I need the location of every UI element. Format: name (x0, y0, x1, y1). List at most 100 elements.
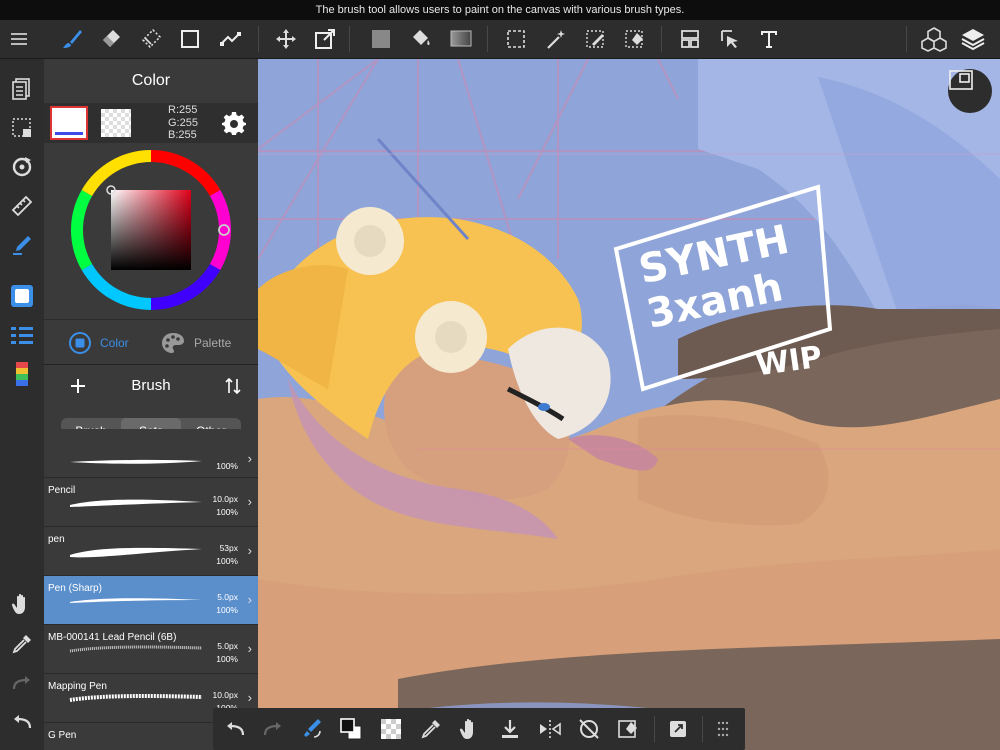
toolbar-divider (349, 26, 350, 52)
brush-opacity: 100% (216, 556, 238, 566)
toolbar-divider (661, 26, 662, 52)
flip-horizontal-icon[interactable] (535, 714, 565, 744)
color-panel-toggle-icon[interactable] (7, 281, 37, 311)
palette-icon (162, 333, 184, 353)
brush-opacity: 100% (216, 461, 238, 471)
drawing-canvas[interactable]: SYNTH 3xanh WIP (258, 59, 1000, 750)
brush-stroke-preview (70, 547, 202, 558)
undo-icon[interactable] (7, 707, 37, 737)
gradient-tool-icon[interactable] (446, 24, 476, 54)
main-color-swatch[interactable] (50, 106, 88, 140)
color-settings-gear-icon[interactable] (220, 109, 248, 137)
brush-size: 10.0px (212, 690, 238, 700)
brush-name: Pencil (48, 485, 76, 496)
color-wheel-picker[interactable] (44, 143, 258, 319)
tab-color[interactable]: Color (68, 328, 129, 358)
bottom-toolbar (213, 708, 745, 750)
hand-tool-icon[interactable] (7, 589, 37, 619)
full-screen-edit-icon[interactable] (663, 714, 693, 744)
brush-size: 5.0px (217, 641, 238, 651)
selection-layer-icon[interactable] (7, 113, 37, 143)
grip-handle-icon[interactable] (708, 714, 738, 744)
rgb-readout: R:255 G:255 B:255 (168, 104, 198, 142)
top-toolbar (0, 20, 1000, 59)
layers-icon[interactable] (958, 24, 988, 54)
eyedropper-icon[interactable] (7, 629, 37, 659)
quick-brush-icon[interactable] (297, 714, 327, 744)
toolbar-divider (487, 26, 488, 52)
brush-row[interactable]: pen 53px 100% › (44, 527, 258, 576)
brush-panel-toggle-icon[interactable] (7, 320, 37, 350)
eyedropper-icon[interactable] (416, 714, 446, 744)
tab-palette[interactable]: Palette (160, 328, 231, 358)
undo-icon[interactable] (220, 714, 250, 744)
brush-row[interactable]: 100% › (44, 429, 258, 478)
rgb-g: G:255 (168, 116, 198, 129)
brush-opacity: 100% (216, 507, 238, 517)
color-circle-icon (69, 332, 91, 354)
status-bar-tooltip: The brush tool allows users to paint on … (0, 0, 1000, 20)
eraser-tool-icon[interactable] (96, 24, 126, 54)
magic-wand-icon[interactable] (541, 24, 571, 54)
snap-rotate-icon[interactable] (7, 152, 37, 182)
color-panel: Color R:255 G:255 B:255 Color Palette (44, 59, 258, 364)
toolbar-divider (258, 26, 259, 52)
brush-stroke-preview (70, 598, 202, 603)
brush-size: 5.0px (217, 592, 238, 602)
chevron-right-icon: › (247, 543, 252, 558)
brush-size: 53px (219, 543, 238, 553)
color-panel-tabs: Color Palette (44, 319, 258, 364)
selection-eraser-icon[interactable] (136, 24, 166, 54)
brush-row-selected[interactable]: Pen (Sharp) 5.0px 100% › (44, 576, 258, 625)
tab-palette-label: Palette (194, 336, 232, 350)
clear-layer-icon[interactable] (613, 714, 643, 744)
brush-row[interactable]: MB-000141 Lead Pencil (6B) 5.0px 100% › (44, 625, 258, 674)
fill-color-icon[interactable] (366, 24, 396, 54)
navigator-toggle-icon[interactable] (948, 69, 992, 113)
brush-panel-header: Brush (44, 365, 258, 407)
transform-tool-icon[interactable] (310, 24, 340, 54)
redo-icon[interactable] (258, 714, 288, 744)
text-tool-icon[interactable] (754, 24, 784, 54)
selection-pen-icon[interactable] (581, 24, 611, 54)
move-tool-icon[interactable] (271, 24, 301, 54)
chevron-right-icon: › (247, 641, 252, 656)
brush-tool-icon[interactable] (57, 24, 87, 54)
select-tool-icon[interactable] (501, 24, 531, 54)
artwork (258, 59, 1000, 750)
transparent-color-icon[interactable] (376, 714, 406, 744)
rgb-b: B:255 (168, 129, 197, 141)
pen-pressure-icon[interactable] (7, 230, 37, 260)
bucket-tool-icon[interactable] (406, 24, 436, 54)
color-panel-title: Color (131, 72, 171, 89)
redo-icon[interactable] (7, 668, 37, 698)
3d-material-icon[interactable] (919, 24, 949, 54)
brush-size: 10.0px (212, 494, 238, 504)
selection-erase-icon[interactable] (620, 24, 650, 54)
toolbar-divider (906, 26, 907, 52)
page-manager-icon[interactable] (7, 74, 37, 104)
brush-opacity: 100% (216, 605, 238, 615)
brush-name: G Pen (48, 730, 77, 741)
brush-stroke-preview (70, 499, 202, 507)
brush-row[interactable]: Pencil 10.0px 100% › (44, 478, 258, 527)
app-screen: The brush tool allows users to paint on … (0, 0, 1000, 750)
sub-color-swatch[interactable] (101, 109, 131, 137)
chevron-right-icon: › (247, 592, 252, 607)
save-download-icon[interactable] (495, 714, 525, 744)
swap-color-icon[interactable] (336, 714, 366, 744)
frame-divider-icon[interactable] (675, 24, 705, 54)
shape-tool-icon[interactable] (175, 24, 205, 54)
color-set-icon[interactable] (7, 359, 37, 389)
chevron-right-icon: › (247, 494, 252, 509)
toolbar-divider (702, 716, 703, 742)
curve-tool-icon[interactable] (215, 24, 245, 54)
operation-tool-icon[interactable] (715, 24, 745, 54)
sort-brush-icon[interactable] (223, 376, 243, 396)
brush-name: Pen (Sharp) (48, 583, 102, 594)
reset-rotation-icon[interactable] (574, 714, 604, 744)
menu-icon[interactable] (5, 24, 35, 54)
color-swatch-row: R:255 G:255 B:255 (44, 103, 258, 143)
hand-tool-icon[interactable] (455, 714, 485, 744)
ruler-icon[interactable] (7, 191, 37, 221)
